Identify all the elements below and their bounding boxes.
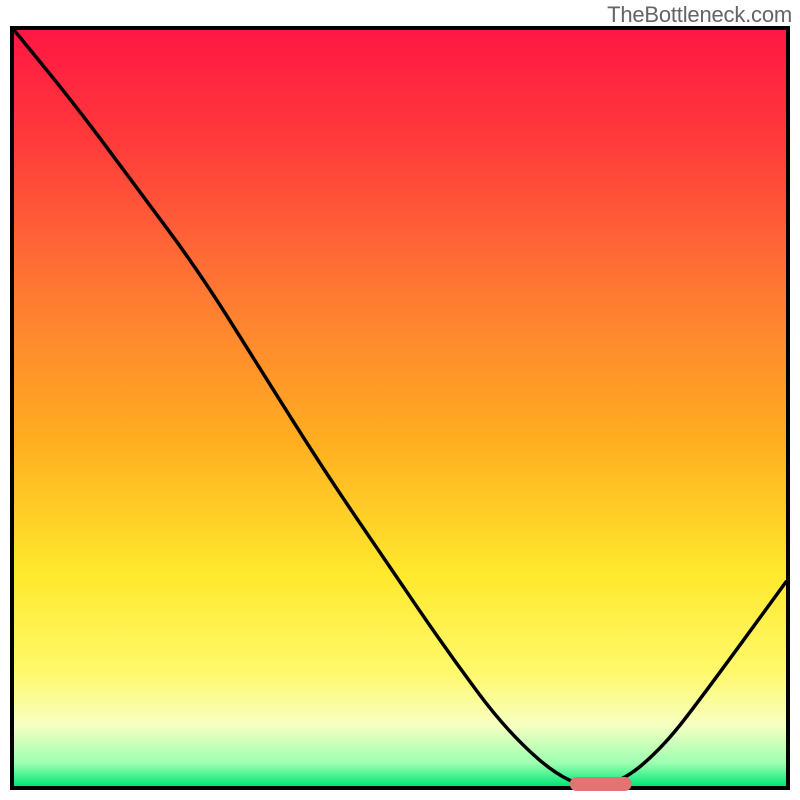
chart-svg — [0, 0, 800, 800]
bottleneck-chart: TheBottleneck.com — [0, 0, 800, 800]
plot-background — [14, 30, 786, 786]
watermark-text: TheBottleneck.com — [607, 2, 792, 28]
optimal-marker — [570, 777, 632, 791]
